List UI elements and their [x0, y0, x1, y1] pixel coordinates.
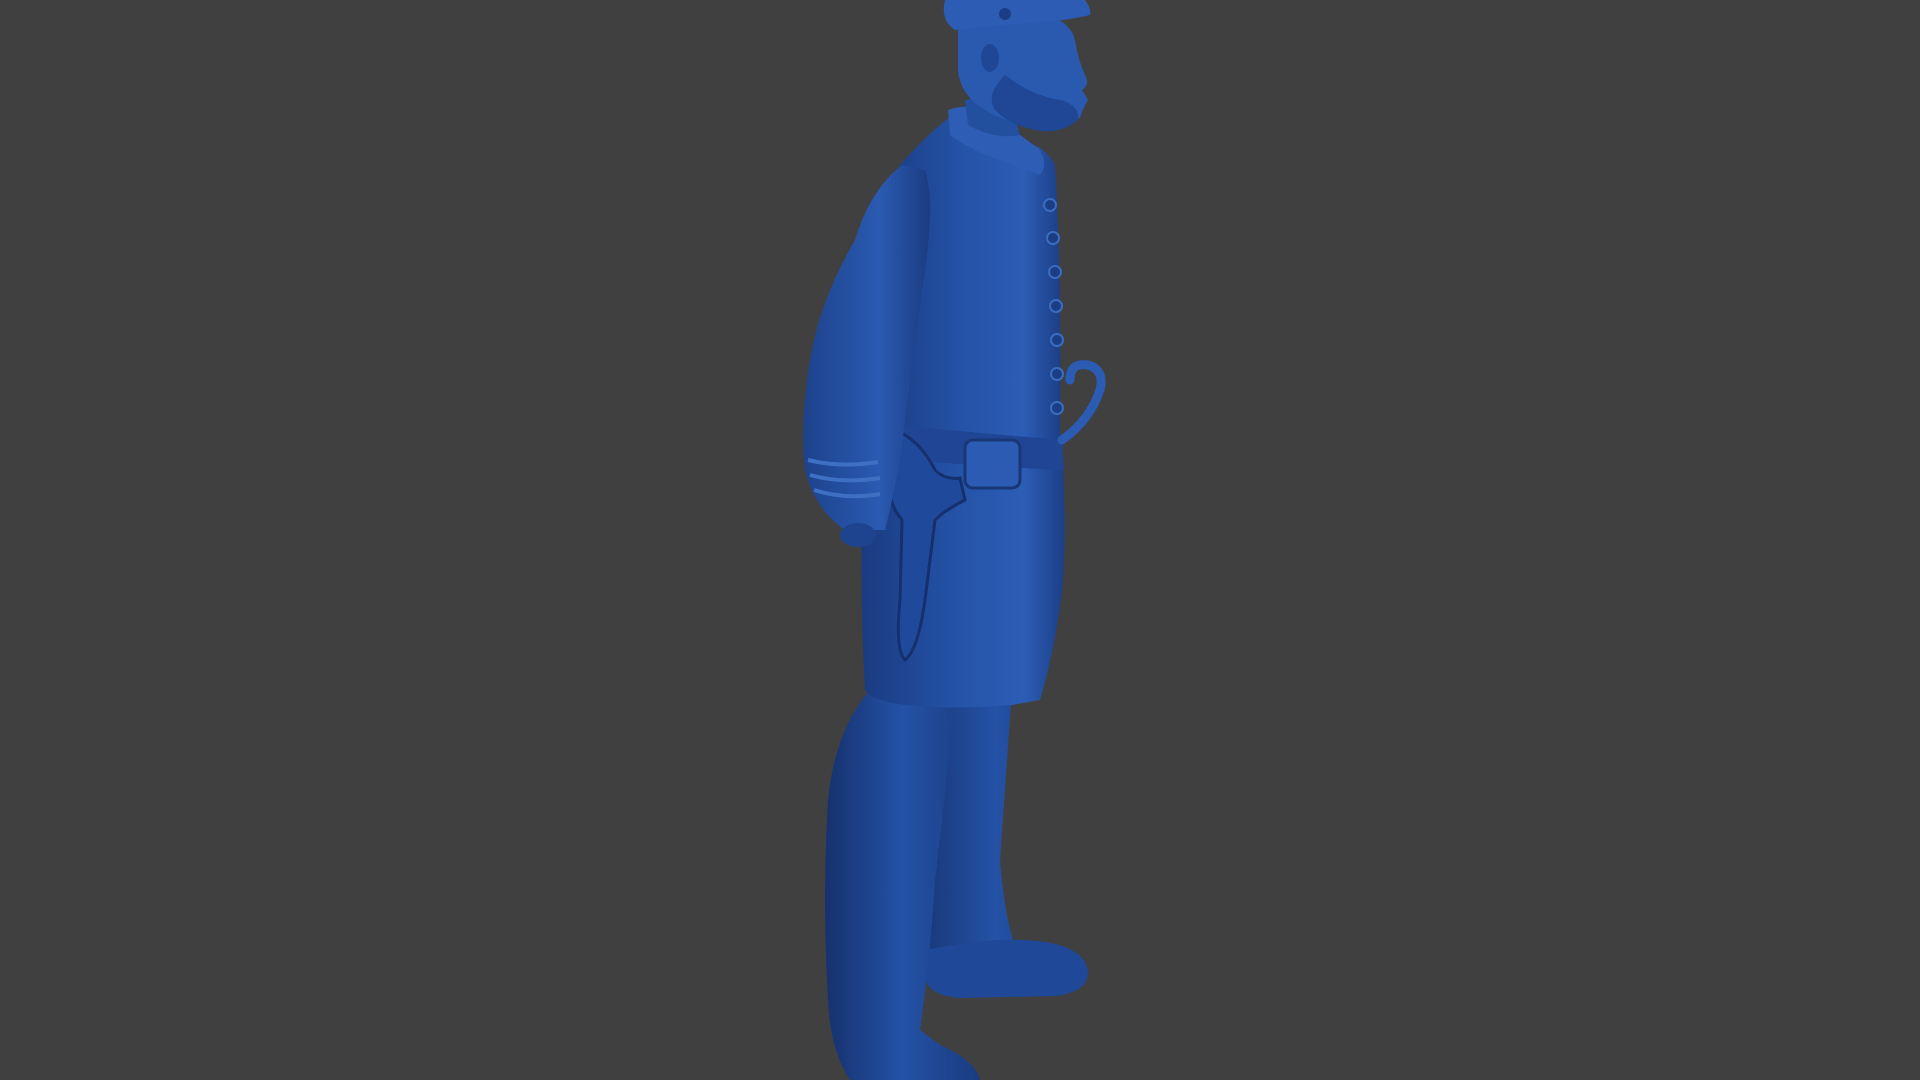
ear: [981, 44, 999, 72]
sculpt-viewport[interactable]: [0, 0, 1920, 1080]
sword-hilt: [1057, 360, 1106, 445]
rear-boot: [925, 939, 1088, 998]
figure-render: [803, 0, 1106, 1080]
hand: [840, 523, 876, 547]
cartridge-pouch: [963, 438, 1022, 490]
cap-button: [999, 8, 1011, 20]
